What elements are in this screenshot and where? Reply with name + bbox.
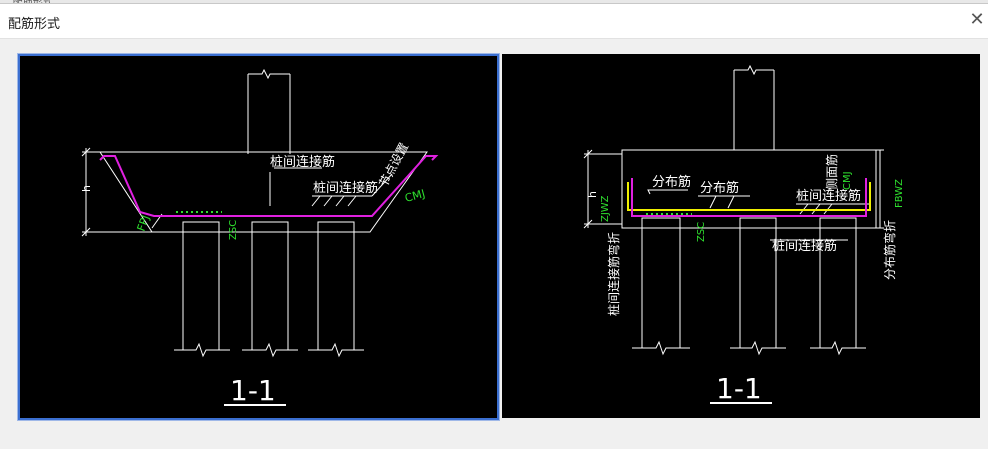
label-h: h bbox=[80, 185, 93, 192]
leader-dist-2 bbox=[698, 195, 750, 209]
label-distribution-2: 分布筋 bbox=[700, 180, 739, 196]
pile-breaks bbox=[632, 340, 866, 356]
label-cmj: CMJ bbox=[842, 171, 853, 190]
label-h: h bbox=[586, 191, 599, 198]
column-outline bbox=[247, 74, 291, 154]
column-outline bbox=[733, 70, 775, 150]
label-pile-connect-bend: 桩间连接筋弯折 bbox=[606, 232, 621, 316]
label-zsc: ZSC bbox=[696, 222, 707, 242]
section-label: 1-1 bbox=[230, 374, 276, 407]
sloped-cap-drawing: 桩间连接筋 桩间连接筋 节点设置 h FPJ ZSC CMJ 1-1 bbox=[80, 68, 439, 407]
label-distribution-bend: 分布筋弯折 bbox=[882, 220, 897, 280]
pile-outlines bbox=[641, 218, 857, 348]
label-distribution-1: 分布筋 bbox=[652, 174, 691, 190]
label-pile-connect-top: 桩间连接筋 bbox=[270, 154, 335, 170]
rebar-form-dialog: 配筋形式 ✕ 桩间连接筋 桩间连接筋 节点设置 h FPJ ZSC CMJ 1-… bbox=[0, 3, 988, 449]
rebar-option-rect-cap[interactable]: 分布筋 分布筋 桩间连接筋 桩间连接筋 侧面筋 CMJ h ZJWZ ZSC F… bbox=[502, 54, 980, 418]
label-zjwz: ZJWZ bbox=[600, 195, 611, 222]
title-bar: 配筋形式 ✕ bbox=[0, 4, 988, 39]
pile-outlines bbox=[182, 222, 355, 350]
label-zsc: ZSC bbox=[228, 220, 239, 240]
label-cmj: CMJ bbox=[403, 187, 426, 205]
label-pile-connect-bottom: 桩间连接筋 bbox=[772, 238, 837, 254]
rebar-option-sloped-cap[interactable]: 桩间连接筋 桩间连接筋 节点设置 h FPJ ZSC CMJ 1-1 bbox=[18, 54, 499, 420]
dialog-title: 配筋形式 bbox=[8, 17, 61, 32]
pile-tops bbox=[182, 221, 355, 232]
right-dimension bbox=[876, 149, 884, 229]
close-icon[interactable]: ✕ bbox=[966, 10, 988, 32]
column-break-top bbox=[734, 64, 774, 76]
rect-cap-drawing: 分布筋 分布筋 桩间连接筋 桩间连接筋 侧面筋 CMJ h ZJWZ ZSC F… bbox=[583, 64, 905, 405]
leader-mid bbox=[311, 195, 372, 207]
label-pile-connect-mid: 桩间连接筋 bbox=[313, 180, 378, 196]
leader-dist-1 bbox=[647, 189, 688, 195]
column-break-top bbox=[248, 68, 290, 80]
section-label: 1-1 bbox=[716, 372, 762, 405]
pile-tops bbox=[641, 217, 857, 228]
label-fbwz: FBWZ bbox=[894, 179, 905, 208]
label-side-face: 侧面筋 bbox=[824, 154, 839, 190]
pile-breaks bbox=[174, 342, 364, 358]
label-fpj: FPJ bbox=[135, 213, 153, 233]
